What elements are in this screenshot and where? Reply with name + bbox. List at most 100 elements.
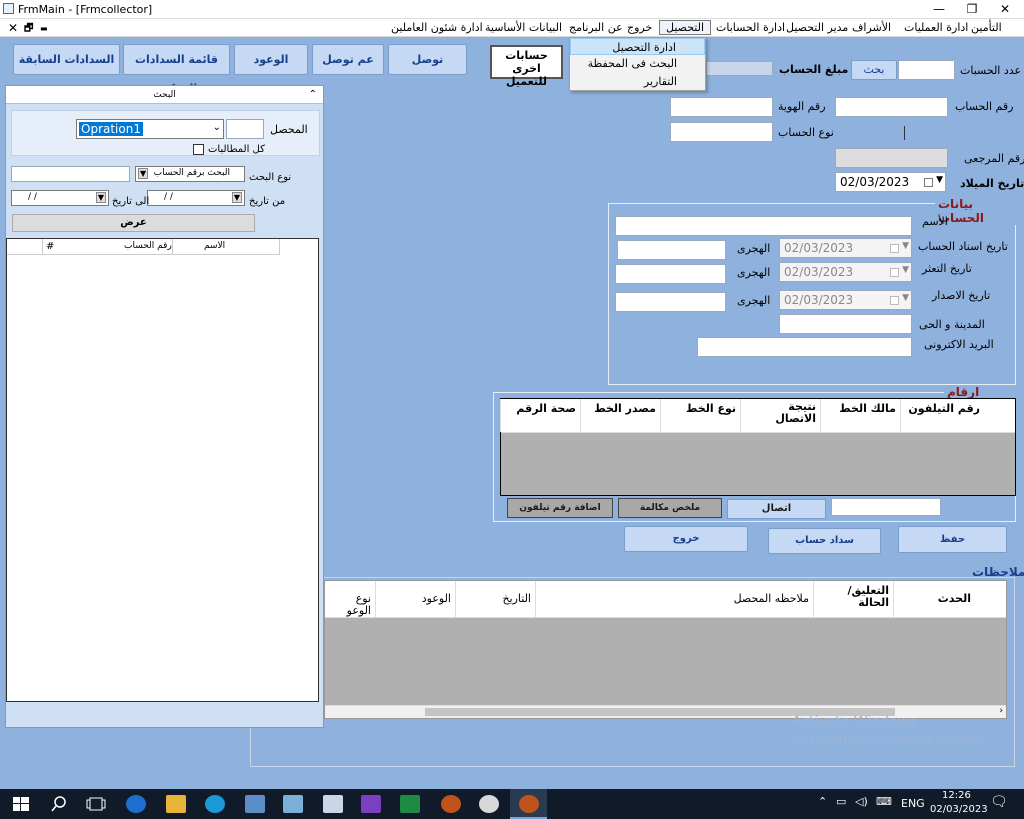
confirmed-payments-button[interactable]: قائمة السدادات المؤكدة — [123, 44, 230, 95]
menu-insurance[interactable]: التأمين — [968, 21, 1005, 34]
all-claims-checkbox[interactable] — [193, 144, 204, 155]
ie-icon[interactable] — [126, 795, 146, 813]
reach-button[interactable]: توصل — [388, 44, 467, 75]
save-button[interactable]: حفظ — [898, 526, 1007, 553]
default-date-picker[interactable]: 02/03/2023 ▼ — [779, 262, 912, 282]
col-promise-type[interactable]: نوع الوعو — [323, 581, 375, 617]
assign-date-checkbox[interactable] — [890, 244, 899, 253]
mdi-minimize-icon[interactable]: ▬ — [40, 24, 48, 33]
minimize-button[interactable]: — — [922, 0, 956, 19]
city-input[interactable] — [779, 314, 912, 334]
collector-code-input[interactable] — [226, 119, 264, 139]
col-number-valid[interactable]: صحة الرقم — [500, 399, 580, 432]
chevron-down-icon[interactable]: ▼ — [902, 293, 909, 303]
active-app-icon[interactable] — [519, 795, 539, 813]
search-button[interactable]: بحث — [851, 60, 897, 80]
call-summary-button[interactable]: ملخص مكالمة — [618, 498, 722, 518]
name-input[interactable] — [615, 216, 912, 236]
prev-payments-button[interactable]: السدادات السابقة — [13, 44, 120, 75]
col-collector-note[interactable]: ملاحظه المحصل — [535, 581, 813, 617]
chevron-down-icon[interactable]: ▼ — [231, 192, 242, 203]
default-hijri-input[interactable] — [615, 264, 726, 284]
issue-date-picker[interactable]: 02/03/2023 ▼ — [779, 290, 912, 310]
edge-icon[interactable] — [205, 795, 225, 813]
pay-account-button[interactable]: سداد حساب — [768, 528, 881, 554]
scroll-right-icon[interactable]: › — [999, 706, 1003, 716]
chevron-down-icon[interactable]: ▼ — [138, 168, 149, 179]
to-date-picker[interactable]: / / ▼ — [11, 190, 109, 206]
chevron-down-icon[interactable]: ▼ — [936, 175, 943, 185]
excel-icon[interactable] — [400, 795, 420, 813]
show-button[interactable]: عرض — [12, 214, 255, 232]
col-hash[interactable]: # — [46, 241, 54, 252]
menu-collection[interactable]: التحصيل — [659, 20, 712, 35]
language-indicator[interactable]: ENG — [901, 797, 925, 810]
col-promises[interactable]: الوعود — [375, 581, 455, 617]
task-view-icon[interactable] — [86, 795, 106, 813]
volume-icon[interactable]: ◁) — [855, 795, 868, 808]
collector-combo[interactable]: Opration1 ⌄ — [76, 119, 224, 139]
dob-date-picker[interactable]: 02/03/2023 ▼ — [835, 172, 946, 192]
menu-hr[interactable]: ادارة شئون العاملين — [388, 21, 486, 34]
file-explorer-icon[interactable] — [166, 795, 186, 813]
no-reach-button[interactable]: عم توصل — [312, 44, 384, 75]
menu-accounts-management[interactable]: ادارة الحسابات — [713, 21, 788, 34]
notes-grid[interactable]: الحدث التعليق/ الحالة ملاحظه المحصل التا… — [323, 580, 1007, 719]
tray-overflow-icon[interactable]: ⌃ — [818, 795, 827, 808]
assign-date-picker[interactable]: 02/03/2023 ▼ — [779, 238, 912, 258]
search-icon[interactable] — [50, 795, 70, 813]
col-phone[interactable]: رقم التيلفون — [900, 399, 984, 432]
menu-supervision[interactable]: الأشراف — [849, 21, 894, 34]
dob-checkbox[interactable] — [924, 178, 933, 187]
account-no-input[interactable] — [835, 97, 948, 117]
issue-date-checkbox[interactable] — [890, 296, 899, 305]
col-date[interactable]: التاريخ — [455, 581, 535, 617]
app-icon-3[interactable] — [441, 795, 461, 813]
col-line-source[interactable]: مصدر الخط — [580, 399, 660, 432]
menu-exit[interactable]: خروج — [624, 21, 655, 34]
chevron-down-icon[interactable]: ▼ — [902, 241, 909, 251]
mdi-close-icon[interactable]: ✕ — [8, 21, 18, 35]
sql-tool-icon[interactable] — [245, 795, 265, 813]
dropdown-collection-management[interactable]: ادارة التحصيل — [570, 38, 705, 55]
col-event[interactable]: الحدث — [893, 581, 975, 617]
keyboard-icon[interactable]: ⌨ — [876, 795, 892, 808]
from-date-picker[interactable]: / / ▼ — [147, 190, 245, 206]
exit-button[interactable]: خروج — [624, 526, 748, 552]
collapse-icon[interactable]: ⌃ — [309, 86, 317, 104]
col-call-result[interactable]: نتيجة الاتصال — [740, 399, 820, 432]
chevron-down-icon[interactable]: ▼ — [95, 192, 106, 203]
menu-operations[interactable]: ادارة العمليات — [901, 21, 971, 34]
id-no-input[interactable] — [670, 97, 773, 117]
col-account-no[interactable]: رقم الحساب — [124, 241, 172, 251]
chevron-down-icon[interactable]: ⌄ — [213, 122, 221, 133]
search-results-grid[interactable]: # رقم الحساب الاسم — [6, 238, 319, 702]
assign-hijri-input[interactable] — [617, 240, 726, 260]
chevron-down-icon[interactable]: ▼ — [902, 265, 909, 275]
visual-studio-icon[interactable] — [361, 795, 381, 813]
menu-collection-manager[interactable]: مدير التحصيل — [783, 21, 851, 34]
default-date-checkbox[interactable] — [890, 268, 899, 277]
close-button[interactable]: ✕ — [988, 0, 1022, 19]
col-line-owner[interactable]: مالك الخط — [820, 399, 900, 432]
contacts-grid[interactable]: رقم التيلفون مالك الخط نتيجة الاتصال نوع… — [500, 398, 1016, 496]
col-name[interactable]: الاسم — [204, 241, 225, 251]
account-type-input[interactable] — [670, 122, 773, 142]
phone-input[interactable] — [831, 498, 941, 516]
search-type-combo[interactable]: البحث برقم الحساب ▼ — [135, 166, 245, 182]
col-line-type[interactable]: نوع الخط — [660, 399, 740, 432]
clock-date[interactable]: 02/03/2023 — [930, 804, 988, 815]
paint-icon[interactable] — [479, 795, 499, 813]
active-app-highlight[interactable] — [510, 789, 547, 819]
windows-start-icon[interactable] — [12, 795, 30, 813]
issue-hijri-input[interactable] — [615, 292, 726, 312]
notepad-icon[interactable] — [323, 795, 343, 813]
network-icon[interactable]: ▭ — [836, 795, 846, 808]
dropdown-portfolio-search[interactable]: البحث فى المحفظة — [570, 55, 705, 72]
promises-button[interactable]: الوعود — [234, 44, 308, 75]
add-phone-button[interactable]: اضافة رقم تيلفون — [507, 498, 613, 518]
mdi-restore-icon[interactable]: 🗗 — [24, 21, 33, 38]
search-value-input[interactable] — [11, 166, 130, 182]
ref-no-input[interactable] — [835, 148, 948, 168]
maximize-button[interactable]: ❐ — [955, 0, 989, 19]
